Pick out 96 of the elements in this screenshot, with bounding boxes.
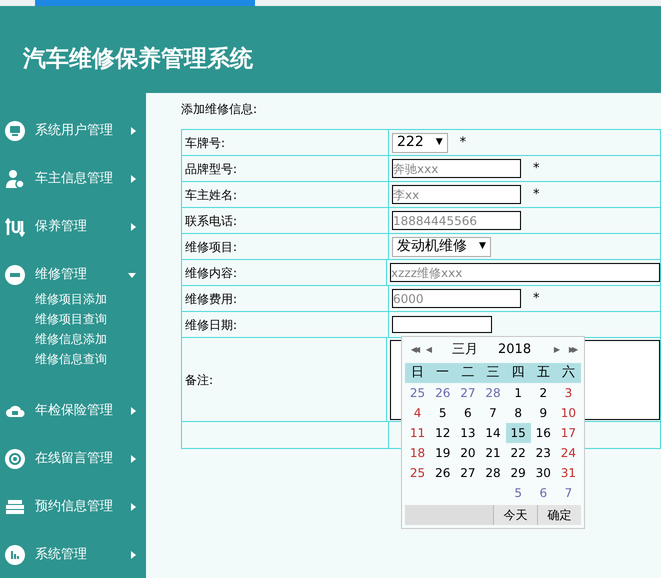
submenu-link[interactable]: 维修信息查询 — [35, 349, 146, 369]
calendar-day[interactable]: 7 — [480, 403, 506, 423]
input-field[interactable]: 18884445566 — [392, 211, 521, 230]
calendar-day[interactable]: 20 — [455, 443, 480, 463]
weekday-label: 五 — [536, 364, 551, 382]
select-field[interactable]: 发动机维修 ▼ — [392, 236, 491, 256]
calendar-day[interactable]: 6 — [455, 403, 480, 423]
calendar-day[interactable]: 13 — [455, 423, 480, 443]
calendar-button[interactable]: 今天 — [493, 505, 537, 525]
calendar-day[interactable]: 1 — [506, 383, 531, 403]
calendar-day[interactable]: 23 — [530, 443, 556, 463]
submenu-link[interactable]: 维修项目查询 — [35, 309, 146, 329]
calendar-day[interactable]: 31 — [556, 463, 581, 483]
required-mark: * — [533, 290, 540, 308]
chart-icon — [5, 545, 25, 565]
previous-year-button[interactable]: ◀◀ — [406, 344, 422, 356]
input-field[interactable]: xzzz维修xxx — [390, 263, 660, 282]
calendar-day[interactable]: 27 — [455, 383, 480, 403]
calendar-day[interactable]: 24 — [556, 443, 581, 463]
calendar-day[interactable]: 26 — [430, 383, 456, 403]
input-field[interactable]: 奔驰xxx — [392, 159, 521, 178]
calendar-day[interactable]: 4 — [405, 403, 430, 423]
calendar-day[interactable]: 8 — [506, 403, 531, 423]
calendar-day[interactable]: 28 — [480, 463, 506, 483]
previous-month-button[interactable]: ◀ — [422, 344, 436, 356]
next-year-button[interactable]: ▶▶ — [564, 344, 580, 356]
calendar-day[interactable]: 7 — [556, 483, 581, 503]
input-field[interactable]: 6000 — [392, 289, 521, 308]
field-label: 维修日期: — [185, 316, 238, 334]
calendar-day[interactable]: 25 — [405, 383, 430, 403]
calendar-day[interactable]: 29 — [506, 463, 531, 483]
submenu-link[interactable]: 维修项目添加 — [35, 289, 146, 309]
sidebar-item[interactable]: 系统用户管理 — [0, 107, 146, 155]
weekday-label: 四 — [510, 364, 526, 382]
sidebar-item[interactable]: 车主信息管理 — [0, 155, 146, 203]
monitor-icon — [5, 121, 25, 141]
calendar-day[interactable]: 6 — [530, 483, 556, 503]
calendar-day[interactable]: 10 — [556, 403, 581, 423]
weekday-label: 二 — [460, 364, 476, 382]
calendar-day[interactable]: 11 — [405, 423, 430, 443]
calendar-day[interactable]: 12 — [430, 423, 456, 443]
weekday-label: 六 — [560, 364, 576, 382]
form-title: 添加维修信息: — [181, 101, 258, 118]
calendar-button[interactable]: 确定 — [537, 505, 581, 525]
next-month-button[interactable]: ▶ — [550, 344, 564, 356]
field-label: 联系电话: — [185, 212, 238, 230]
calendar-day[interactable]: 25 — [405, 463, 430, 483]
calendar-day[interactable]: 18 — [405, 443, 430, 463]
calendar-day[interactable]: 16 — [530, 423, 556, 443]
stack-icon — [5, 497, 25, 517]
calendar-day[interactable]: 9 — [530, 403, 556, 423]
calendar-day[interactable]: 27 — [455, 463, 480, 483]
calendar-day[interactable]: 26 — [430, 463, 456, 483]
sidebar-item[interactable]: 在线留言管理 — [0, 435, 146, 483]
calendar-day[interactable]: 5 — [430, 403, 456, 423]
calendar-day[interactable]: 17 — [556, 423, 581, 443]
user-gear-icon — [5, 169, 25, 189]
date-field[interactable] — [392, 316, 492, 333]
calendar-day[interactable]: 3 — [556, 383, 581, 403]
weekday-label: 日 — [410, 364, 426, 382]
arrows-icon — [5, 217, 25, 237]
settings-icon — [5, 449, 25, 469]
input-field[interactable]: 李xx — [392, 185, 521, 204]
month-label[interactable]: 三月 — [452, 340, 478, 360]
required-mark: * — [460, 134, 466, 152]
sidebar-item[interactable]: 保养管理 — [0, 203, 146, 251]
dropdown-arrow: ▼ — [436, 136, 443, 149]
sidebar-item[interactable]: 年检保险管理 — [0, 387, 146, 435]
sidebar-item[interactable]: 预约信息管理 — [0, 483, 146, 531]
field-label: 维修费用: — [185, 290, 238, 308]
calendar-day[interactable]: 2 — [530, 383, 556, 403]
calendar-day[interactable]: 28 — [480, 383, 506, 403]
submenu-link[interactable]: 维修信息添加 — [35, 329, 146, 349]
weekday-label: 一 — [435, 364, 450, 382]
field-label: 品牌型号: — [185, 160, 238, 178]
calendar-day[interactable]: 21 — [480, 443, 506, 463]
calendar-day[interactable]: 15 — [506, 423, 531, 443]
sidebar-item[interactable]: 维修管理 — [0, 251, 146, 289]
calendar-day[interactable]: 22 — [506, 443, 531, 463]
dropdown-arrow: ▼ — [479, 240, 486, 253]
field-label: 备注: — [185, 372, 214, 388]
year-label[interactable]: 2018 — [498, 340, 532, 360]
calendar-day[interactable]: 30 — [530, 463, 556, 483]
required-mark: * — [533, 186, 540, 204]
select-field[interactable]: 222 ▼ — [392, 132, 448, 152]
weekday-label: 三 — [485, 364, 500, 382]
required-mark: * — [533, 160, 540, 178]
calendar-day[interactable]: 19 — [430, 443, 456, 463]
field-label: 车主姓名: — [185, 186, 238, 204]
app-title: 汽车维修保养管理系统 — [23, 45, 253, 74]
sidebar-item[interactable]: 系统管理 — [0, 531, 146, 578]
field-label: 维修内容: — [185, 264, 238, 282]
field-label: 车牌号: — [185, 134, 226, 152]
calendar-day[interactable]: 14 — [480, 423, 506, 443]
calendar-day[interactable]: 5 — [506, 483, 531, 503]
field-label: 维修项目: — [185, 238, 238, 256]
